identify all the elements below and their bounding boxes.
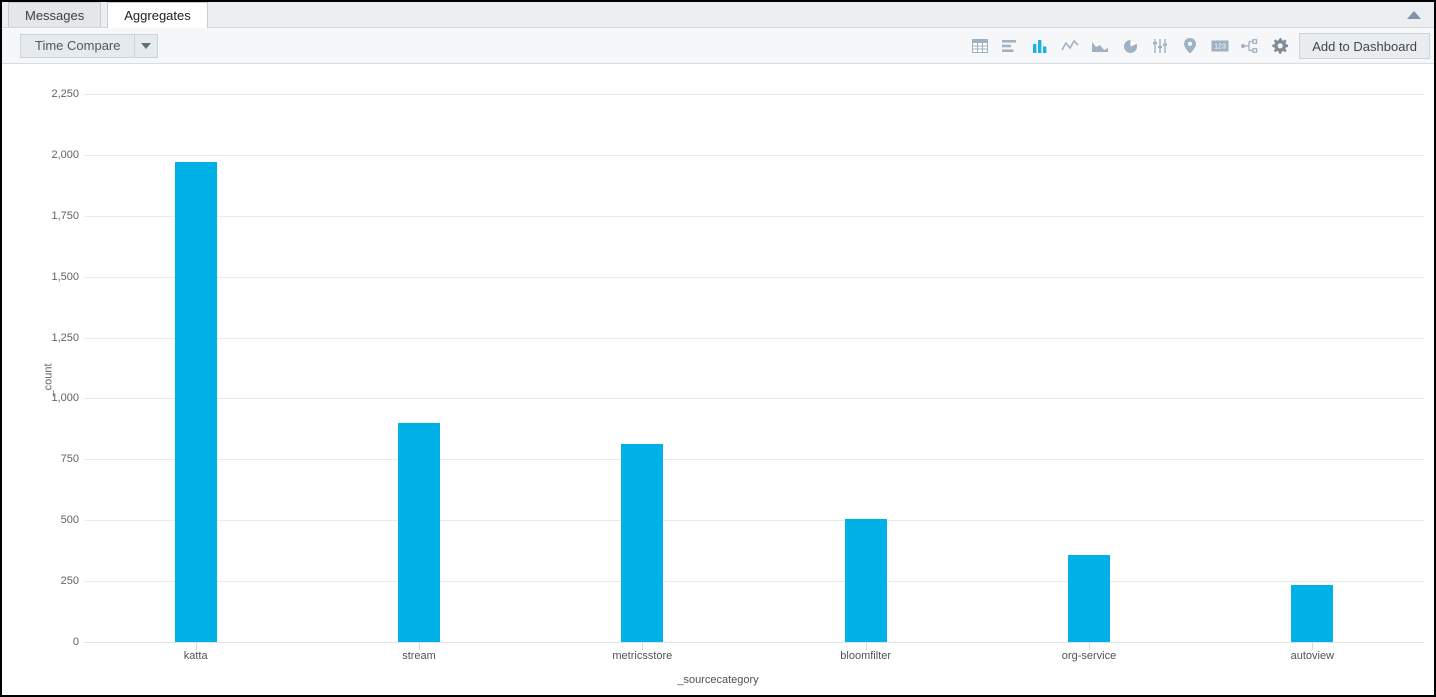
y-gridline <box>84 459 1424 460</box>
x-axis-title: _sourcecategory <box>2 674 1434 686</box>
vertical-bar-chart-icon <box>1032 39 1048 53</box>
tab-bar: Messages Aggregates <box>2 2 1434 28</box>
y-gridline <box>84 277 1424 278</box>
horizontal-bar-chart-icon-button[interactable] <box>999 35 1021 57</box>
x-axis-tick-label: stream <box>339 650 499 662</box>
toolbar-right-group: 123 <box>969 28 1434 64</box>
bar-chart: _count 02505007501,0001,2501,5001,7502,0… <box>2 64 1434 695</box>
bar-metricsstore[interactable] <box>621 444 663 642</box>
x-axis-tick-label: katta <box>116 650 276 662</box>
pie-chart-icon <box>1123 39 1138 54</box>
y-gridline <box>84 520 1424 521</box>
x-axis-tick <box>1089 642 1090 650</box>
vertical-bar-chart-icon-button[interactable] <box>1029 35 1051 57</box>
table-icon-button[interactable] <box>969 35 991 57</box>
y-axis-tick-label: 250 <box>19 575 79 587</box>
tab-messages-label: Messages <box>25 8 84 23</box>
bar-stream[interactable] <box>398 423 440 642</box>
y-gridline <box>84 642 1424 643</box>
gear-icon-button[interactable] <box>1269 35 1291 57</box>
x-axis-tick <box>866 642 867 650</box>
x-axis-tick <box>419 642 420 650</box>
add-to-dashboard-button[interactable]: Add to Dashboard <box>1299 33 1430 59</box>
visualization-type-group: 123 <box>969 35 1291 57</box>
y-axis-title: _count <box>43 363 55 396</box>
y-axis-tick-label: 2,000 <box>19 149 79 161</box>
map-pin-icon-button[interactable] <box>1179 35 1201 57</box>
y-gridline <box>84 581 1424 582</box>
tab-aggregates[interactable]: Aggregates <box>107 2 208 28</box>
single-value-123-icon: 123 <box>1211 40 1229 52</box>
bar-org-service[interactable] <box>1068 555 1110 642</box>
x-axis-tick-label: org-service <box>1009 650 1169 662</box>
y-gridline <box>84 216 1424 217</box>
svg-text:123: 123 <box>1214 44 1226 51</box>
y-axis-tick-label: 1,500 <box>19 271 79 283</box>
line-chart-icon <box>1061 39 1079 53</box>
y-axis-tick-label: 1,750 <box>19 210 79 222</box>
y-gridline <box>84 94 1424 95</box>
area-chart-icon <box>1091 39 1109 53</box>
time-compare-label: Time Compare <box>20 34 134 58</box>
tree-map-icon <box>1241 39 1259 53</box>
chevron-down-icon <box>141 43 151 49</box>
collapse-panel-button[interactable] <box>1394 2 1434 27</box>
y-axis-tick-label: 2,250 <box>19 88 79 100</box>
x-axis-tick-label: bloomfilter <box>786 650 946 662</box>
bar-bloomfilter[interactable] <box>845 519 887 642</box>
line-chart-icon-button[interactable] <box>1059 35 1081 57</box>
query-results-panel: Messages Aggregates Time Compare <box>0 0 1436 697</box>
bar-autoview[interactable] <box>1291 585 1333 642</box>
sliders-icon <box>1152 39 1168 53</box>
pie-chart-icon-button[interactable] <box>1119 35 1141 57</box>
single-value-123-icon-button[interactable]: 123 <box>1209 35 1231 57</box>
x-axis-tick <box>196 642 197 650</box>
y-axis-tick-label: 1,250 <box>19 332 79 344</box>
bar-katta[interactable] <box>175 162 217 642</box>
x-axis-tick-label: metricsstore <box>562 650 722 662</box>
table-icon <box>972 39 988 53</box>
x-axis-tick <box>642 642 643 650</box>
y-axis-tick-label: 500 <box>19 514 79 526</box>
tab-aggregates-label: Aggregates <box>124 8 191 23</box>
x-axis-tick <box>1312 642 1313 650</box>
y-gridline <box>84 338 1424 339</box>
aggregates-toolbar: Time Compare <box>2 28 1434 64</box>
time-compare-dropdown-toggle[interactable] <box>134 34 158 58</box>
gear-icon <box>1272 38 1288 54</box>
add-to-dashboard-label: Add to Dashboard <box>1312 39 1417 54</box>
tab-messages[interactable]: Messages <box>8 2 101 27</box>
area-chart-icon-button[interactable] <box>1089 35 1111 57</box>
triangle-up-icon <box>1407 11 1421 19</box>
sliders-icon-button[interactable] <box>1149 35 1171 57</box>
horizontal-bar-chart-icon <box>1002 39 1018 53</box>
y-gridline <box>84 398 1424 399</box>
y-axis-tick-label: 1,000 <box>19 392 79 404</box>
y-gridline <box>84 155 1424 156</box>
plot-area: 02505007501,0001,2501,5001,7502,0002,250… <box>84 94 1424 642</box>
x-axis-tick-label: autoview <box>1232 650 1392 662</box>
y-axis-tick-label: 0 <box>19 636 79 648</box>
time-compare-button[interactable]: Time Compare <box>20 34 158 58</box>
map-pin-icon <box>1184 38 1196 54</box>
tree-map-icon-button[interactable] <box>1239 35 1261 57</box>
y-axis-tick-label: 750 <box>19 453 79 465</box>
